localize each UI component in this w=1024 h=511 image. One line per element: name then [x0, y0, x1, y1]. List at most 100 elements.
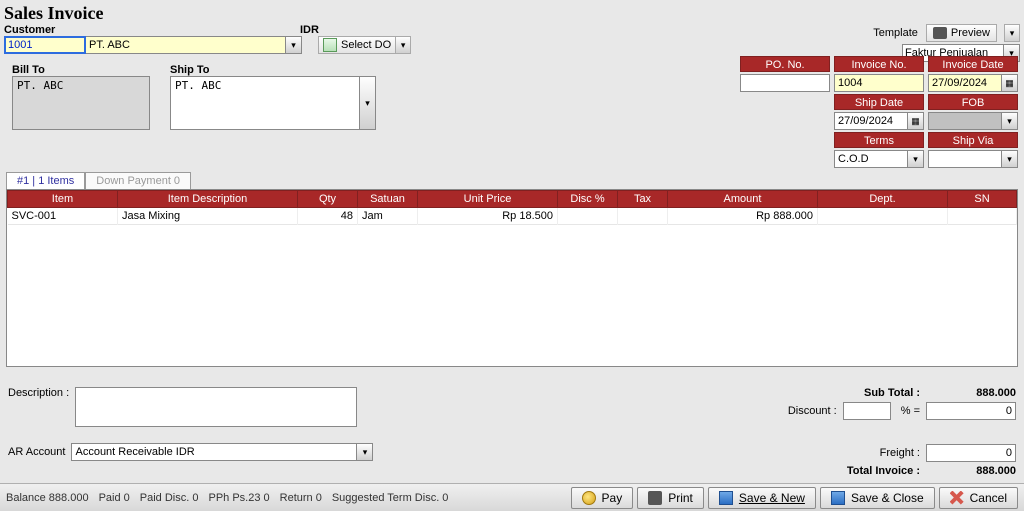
ar-account-label: AR Account: [8, 446, 65, 458]
total-invoice-value: 888.000: [926, 465, 1016, 477]
status-balance: Balance 888.000: [6, 492, 89, 504]
discount-label: Discount :: [788, 405, 837, 417]
cell-disc[interactable]: [558, 208, 618, 225]
preview-dropdown[interactable]: ▾: [1004, 24, 1020, 42]
ship-via-input[interactable]: [928, 150, 1002, 168]
cell-satuan[interactable]: Jam: [358, 208, 418, 225]
terms-label: Terms: [834, 132, 924, 148]
customer-name-input[interactable]: [86, 36, 286, 54]
save-new-button[interactable]: Save & New: [708, 487, 816, 509]
fob-label: FOB: [928, 94, 1018, 110]
col-satuan[interactable]: Satuan: [358, 191, 418, 208]
invoice-date-input[interactable]: [928, 74, 1002, 92]
save-close-label: Save & Close: [851, 491, 924, 505]
ar-account-dropdown[interactable]: ▾: [357, 443, 373, 461]
bill-to-label: Bill To: [12, 64, 150, 76]
grid-header-row: Item Item Description Qty Satuan Unit Pr…: [8, 191, 1017, 208]
col-dept[interactable]: Dept.: [818, 191, 948, 208]
table-row[interactable]: SVC-001 Jasa Mixing 48 Jam Rp 18.500 Rp …: [8, 208, 1017, 225]
cell-amount[interactable]: Rp 888.000: [668, 208, 818, 225]
printer-icon: [933, 27, 947, 39]
terms-input[interactable]: [834, 150, 908, 168]
pay-button[interactable]: Pay: [571, 487, 634, 509]
fob-dropdown[interactable]: ▾: [1002, 112, 1018, 130]
total-invoice-label: Total Invoice :: [788, 465, 920, 477]
col-sn[interactable]: SN: [948, 191, 1017, 208]
invoice-no-label: Invoice No.: [834, 56, 924, 72]
totals-area: Sub Total : 888.000 Discount : % = Freig…: [788, 387, 1016, 477]
ship-via-dropdown[interactable]: ▾: [1002, 150, 1018, 168]
cell-qty[interactable]: 48: [298, 208, 358, 225]
discount-amt-input[interactable]: [926, 402, 1016, 420]
col-tax[interactable]: Tax: [618, 191, 668, 208]
save-close-button[interactable]: Save & Close: [820, 487, 935, 509]
po-no-label: PO. No.: [740, 56, 830, 72]
ship-date-calendar-icon[interactable]: ▦: [908, 112, 924, 130]
ship-to-input[interactable]: PT. ABC: [170, 76, 360, 130]
cancel-button[interactable]: Cancel: [939, 487, 1018, 509]
customer-dropdown-button[interactable]: ▾: [286, 36, 302, 54]
tab-down-payment[interactable]: Down Payment 0: [85, 172, 191, 189]
template-label: Template: [873, 27, 918, 39]
ship-date-input[interactable]: [834, 112, 908, 130]
cell-desc[interactable]: Jasa Mixing: [118, 208, 298, 225]
pct-sign: % =: [901, 405, 920, 417]
items-grid[interactable]: Item Item Description Qty Satuan Unit Pr…: [6, 189, 1018, 367]
col-disc[interactable]: Disc %: [558, 191, 618, 208]
ship-to-dropdown[interactable]: ▾: [360, 76, 376, 130]
status-paid: Paid 0: [99, 492, 130, 504]
currency-label: IDR: [300, 24, 319, 36]
ar-account-select[interactable]: [71, 443, 357, 461]
select-do-label: Select DO: [341, 39, 391, 51]
cell-item[interactable]: SVC-001: [8, 208, 118, 225]
select-do-button[interactable]: Select DO: [318, 36, 396, 54]
subtotal-label: Sub Total :: [788, 387, 920, 399]
customer-label: Customer: [4, 24, 411, 36]
preview-label: Preview: [951, 27, 990, 39]
tab-items[interactable]: #1 | 1 Items: [6, 172, 85, 189]
po-no-input[interactable]: [740, 74, 830, 92]
status-suggested: Suggested Term Disc. 0: [332, 492, 449, 504]
pay-label: Pay: [602, 491, 623, 505]
ship-via-label: Ship Via: [928, 132, 1018, 148]
description-label: Description :: [8, 387, 69, 399]
coin-icon: [582, 491, 596, 505]
freight-input[interactable]: [926, 444, 1016, 462]
col-unit-price[interactable]: Unit Price: [418, 191, 558, 208]
page-title: Sales Invoice: [0, 0, 1024, 24]
cell-sn[interactable]: [948, 208, 1017, 225]
col-amount[interactable]: Amount: [668, 191, 818, 208]
bill-to-input[interactable]: PT. ABC: [12, 76, 150, 130]
fob-input[interactable]: [928, 112, 1002, 130]
status-bar: Balance 888.000 Paid 0 Paid Disc. 0 PPh …: [0, 483, 1024, 511]
save-new-label: Save & New: [739, 491, 805, 505]
invoice-no-input[interactable]: [834, 74, 924, 92]
ship-to-label: Ship To: [170, 64, 376, 76]
description-input[interactable]: [75, 387, 357, 427]
status-pph: PPh Ps.23 0: [208, 492, 269, 504]
header-fields: PO. No. Invoice No. Invoice Date ▦ Ship …: [740, 56, 1018, 168]
col-qty[interactable]: Qty: [298, 191, 358, 208]
discount-pct-input[interactable]: [843, 402, 891, 420]
cell-tax[interactable]: [618, 208, 668, 225]
disk-icon: [831, 491, 845, 505]
customer-code-input[interactable]: [4, 36, 86, 54]
tabs: #1 | 1 Items Down Payment 0: [0, 172, 1024, 189]
preview-button[interactable]: Preview: [926, 24, 997, 42]
printer-icon: [648, 491, 662, 505]
col-description[interactable]: Item Description: [118, 191, 298, 208]
cell-unitprice[interactable]: Rp 18.500: [418, 208, 558, 225]
document-icon: [323, 38, 337, 52]
cancel-icon: [950, 491, 964, 505]
invoice-date-label: Invoice Date: [928, 56, 1018, 72]
ship-date-label: Ship Date: [834, 94, 924, 110]
status-return: Return 0: [280, 492, 322, 504]
disk-icon: [719, 491, 733, 505]
cell-dept[interactable]: [818, 208, 948, 225]
terms-dropdown[interactable]: ▾: [908, 150, 924, 168]
select-do-dropdown[interactable]: ▾: [395, 36, 411, 54]
print-button[interactable]: Print: [637, 487, 704, 509]
print-label: Print: [668, 491, 693, 505]
col-item[interactable]: Item: [8, 191, 118, 208]
invoice-date-calendar-icon[interactable]: ▦: [1002, 74, 1018, 92]
